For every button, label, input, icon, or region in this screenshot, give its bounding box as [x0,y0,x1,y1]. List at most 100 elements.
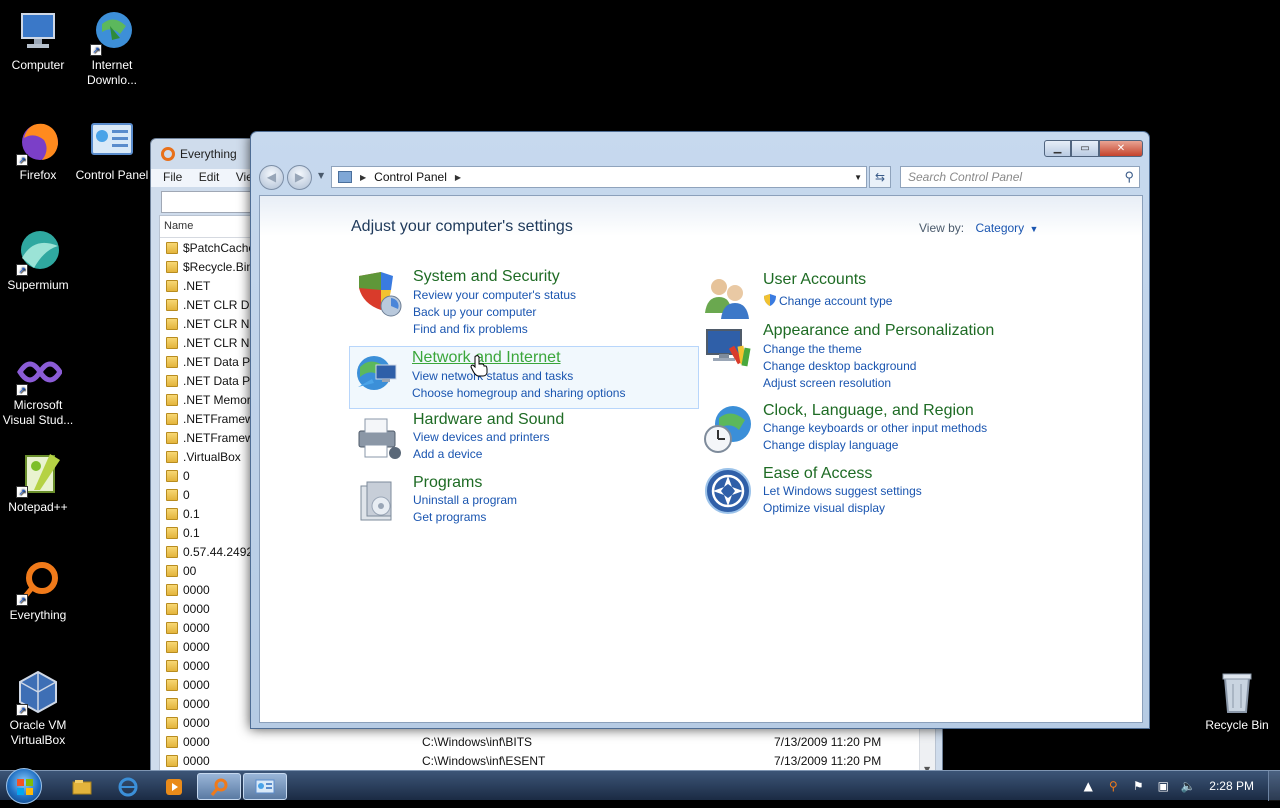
chevron-down-icon[interactable]: ▼ [1030,224,1039,234]
category-link[interactable]: Review your computer's status [413,288,576,302]
desktop-icon-label: Everything [9,608,67,622]
close-button[interactable]: ✕ [1099,140,1143,157]
taskbar-control-panel-button[interactable] [243,773,287,800]
desktop-icon-visual-studio[interactable]: ↗ Microsoft Visual Stud... [0,348,76,428]
category-link[interactable]: View network status and tasks [412,369,573,383]
category-link[interactable]: Let Windows suggest settings [763,484,922,498]
maximize-button[interactable]: ▭ [1071,140,1099,157]
category-link[interactable]: Optimize visual display [763,501,885,515]
folder-icon [166,298,178,311]
category-link[interactable]: Change keyboards or other input methods [763,421,987,435]
category-link[interactable]: Choose homegroup and sharing options [412,386,625,400]
clock[interactable]: 2:28 PM [1209,779,1254,793]
internet-explorer-icon [118,777,138,796]
table-row[interactable]: 0000 C:\Windows\inf\BITS 7/13/2009 11:20 P… [160,732,935,751]
desktop-icon-supermium[interactable]: ↗ Supermium [0,228,76,293]
network-icon[interactable]: ▣ [1155,778,1171,794]
search-input[interactable]: Search Control Panel ⚲ [900,166,1140,188]
minimize-button[interactable]: ▁ [1044,140,1071,157]
shortcut-arrow-icon: ↗ [16,154,28,166]
breadcrumb-control-panel[interactable]: Control Panel [374,170,447,184]
control-panel-window[interactable]: ▁ ▭ ✕ ◀ ▶ ▼ ▶ Control Panel ▶ ▼ ⇆ Search… [250,131,1150,729]
minimize-icon: ▁ [1053,143,1062,154]
everything-tray-icon[interactable]: ⚲ [1105,778,1121,794]
category-link[interactable]: Get programs [413,510,486,524]
category-title[interactable]: Programs [413,474,482,492]
folder-icon [166,754,178,767]
shortcut-arrow-icon: ↗ [16,704,28,716]
notepad-plus-plus-icon: ↗ [14,450,62,498]
category-link[interactable]: Change desktop background [763,359,916,373]
folder-icon [166,431,178,444]
desktop-icon-firefox[interactable]: ↗ Firefox [0,118,76,183]
recent-pages-dropdown-icon[interactable]: ▼ [318,171,324,180]
back-button[interactable]: ◀ [259,165,284,190]
start-button[interactable] [6,768,42,804]
category-network-and-internet[interactable]: Network and Internet View network status… [349,346,699,409]
menu-file[interactable]: File [163,170,182,184]
folder-icon [166,488,178,501]
printer-icon [353,413,403,463]
view-by-dropdown[interactable]: Category [975,221,1024,235]
maximize-icon: ▭ [1080,143,1090,154]
category-programs: Programs Uninstall a program Get program… [351,474,699,524]
category-title[interactable]: Ease of Access [763,465,872,483]
taskbar-media-player-button[interactable] [152,773,196,800]
desktop-icon-label: Oracle VM VirtualBox [9,718,67,747]
shortcut-arrow-icon: ↗ [16,384,28,396]
folder-icon [166,583,178,596]
address-dropdown-icon[interactable]: ▼ [854,173,862,182]
desktop-icon-notepad-plus-plus[interactable]: ↗ Notepad++ [0,450,76,515]
category-title[interactable]: User Accounts [763,271,866,289]
breadcrumb-chevron-icon[interactable]: ▶ [455,173,461,182]
category-link[interactable]: Find and fix problems [413,322,528,336]
refresh-button[interactable]: ⇆ [869,166,891,188]
forward-arrow-icon: ▶ [294,170,305,184]
desktop-icon-control-panel[interactable]: Control Panel [74,118,150,183]
desktop-icon-virtualbox[interactable]: ↗ Oracle VM VirtualBox [0,668,76,748]
forward-button[interactable]: ▶ [287,165,312,190]
category-link[interactable]: Change the theme [763,342,862,356]
taskbar-explorer-button[interactable] [60,773,104,800]
menu-edit[interactable]: Edit [199,170,220,184]
row-path: C:\Windows\inf\BITS [422,734,533,749]
volume-muted-icon[interactable]: 🔈 [1180,778,1196,794]
everything-app-icon [161,147,175,161]
action-center-flag-icon[interactable]: ⚑ [1130,778,1146,794]
desktop-icon-recycle-bin[interactable]: Recycle Bin [1199,668,1275,733]
show-desktop-button[interactable] [1268,771,1280,801]
category-link[interactable]: Change display language [763,438,898,452]
control-panel-content: Adjust your computer's settings View by:… [259,195,1143,723]
row-path: C:\Windows\inf\ESENT [422,753,546,768]
category-link[interactable]: Back up your computer [413,305,536,319]
taskbar-everything-button[interactable] [197,773,241,800]
category-link[interactable]: Adjust screen resolution [763,376,891,390]
category-title[interactable]: Appearance and Personalization [763,322,994,340]
category-title[interactable]: System and Security [413,268,560,286]
search-icon[interactable]: ⚲ [1124,169,1134,185]
category-title[interactable]: Hardware and Sound [413,411,564,429]
category-title[interactable]: Clock, Language, and Region [763,402,974,420]
category-link[interactable]: Change account type [779,294,892,308]
desktop-icon-label: Notepad++ [8,500,68,514]
table-row[interactable]: 0000 C:\Windows\inf\ESENT 7/13/2009 11:20 … [160,751,935,770]
desktop-icon-internet-download-manager[interactable]: ↗ Internet Downlo... [74,8,150,88]
folder-icon [166,450,178,463]
media-player-icon [166,778,182,795]
category-link[interactable]: View devices and printers [413,430,550,444]
users-icon [703,273,753,323]
taskbar-ie-button[interactable] [106,773,150,800]
breadcrumb-chevron-icon[interactable]: ▶ [360,173,366,182]
folder-icon [166,355,178,368]
show-hidden-icons-icon[interactable]: ▲ [1080,778,1096,794]
appearance-monitor-icon [703,324,753,374]
desktop-icon-label: Computer [11,58,65,72]
category-hardware-and-sound: Hardware and Sound View devices and prin… [351,411,699,461]
desktop-icon-everything[interactable]: ↗ Everything [0,558,76,623]
folder-icon [166,735,178,748]
category-link[interactable]: Uninstall a program [413,493,517,507]
address-bar[interactable]: ▶ Control Panel ▶ ▼ [331,166,867,188]
category-link[interactable]: Add a device [413,447,482,461]
window-caption-buttons: ▁ ▭ ✕ [1044,140,1143,157]
desktop-icon-computer[interactable]: Computer [0,8,76,73]
